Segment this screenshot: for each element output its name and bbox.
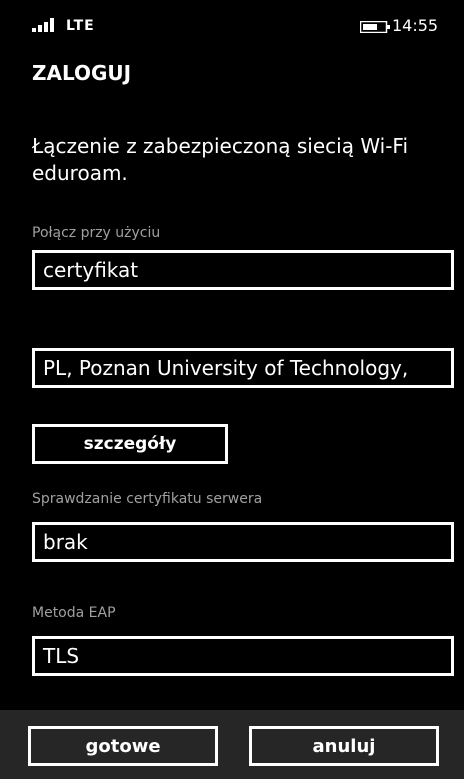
app-bar: gotowe anuluj bbox=[0, 710, 464, 779]
connect-using-select[interactable]: certyfikat bbox=[32, 250, 454, 290]
eap-method-select[interactable]: TLS bbox=[32, 636, 454, 676]
status-bar: LTE 14:55 bbox=[0, 0, 464, 56]
connection-description: Łączenie z zabezpieczoną siecią Wi-Fi ed… bbox=[32, 134, 409, 185]
connect-using-label: Połącz przy użyciu bbox=[32, 225, 161, 241]
eap-method-label: Metoda EAP bbox=[32, 605, 116, 621]
server-cert-check-select[interactable]: brak bbox=[32, 522, 454, 562]
signal-strength-icon bbox=[32, 18, 54, 32]
done-button[interactable]: gotowe bbox=[28, 726, 218, 766]
page-title: ZALOGUJ bbox=[32, 61, 132, 85]
cancel-button[interactable]: anuluj bbox=[249, 726, 439, 766]
server-cert-check-label: Sprawdzanie certyfikatu serwera bbox=[32, 491, 263, 507]
battery-icon bbox=[360, 21, 390, 33]
details-button[interactable]: szczegóły bbox=[32, 424, 228, 464]
certificate-select[interactable]: PL, Poznan University of Technology, bbox=[32, 348, 454, 388]
status-time: 14:55 bbox=[392, 16, 439, 35]
network-type: LTE bbox=[66, 18, 95, 34]
